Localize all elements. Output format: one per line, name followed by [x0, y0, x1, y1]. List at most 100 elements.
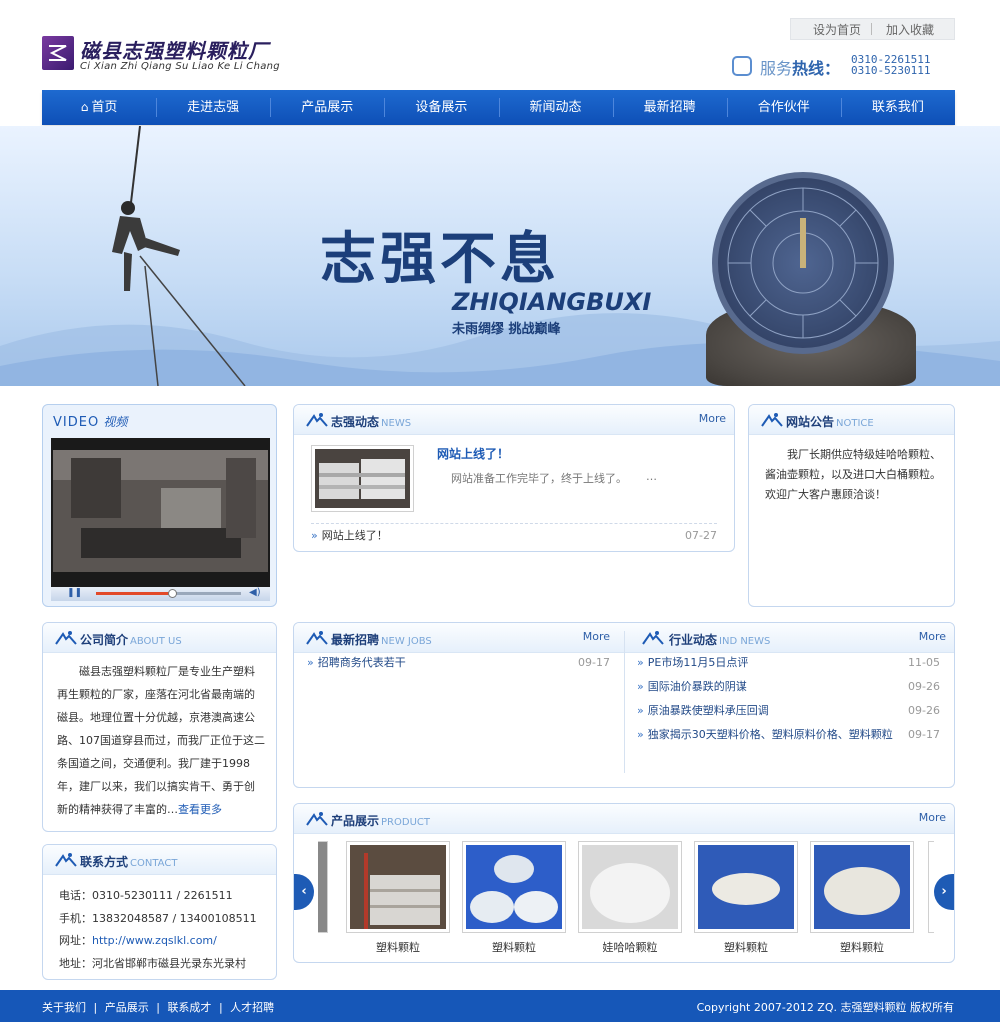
- video-seek-handle[interactable]: [168, 589, 177, 598]
- product-image-frame: [346, 841, 450, 933]
- section-icon: [306, 413, 328, 427]
- product-card-partial: [318, 841, 328, 933]
- list-item-text: 网站上线了！: [321, 529, 388, 542]
- jobs-title: 最新招聘 NEW JOBS: [331, 633, 432, 647]
- main-nav: ⌂ 首页 走进志强 产品展示 设备展示 新闻动态 最新招聘 合作伙伴 联系我们: [42, 90, 955, 125]
- industry-title: 行业动态 IND NEWS: [669, 633, 771, 647]
- product-card[interactable]: 塑料颗粒: [694, 841, 798, 955]
- nav-item-home[interactable]: ⌂ 首页: [42, 90, 156, 125]
- nav-item-partners[interactable]: 合作伙伴: [726, 90, 841, 125]
- list-item-date: 09-26: [908, 704, 940, 717]
- product-image: [814, 845, 910, 929]
- nav-item-contact[interactable]: 联系我们: [840, 90, 955, 125]
- list-item-text: 招聘商务代表若干: [317, 656, 406, 669]
- section-icon: [55, 853, 77, 867]
- video-player-screen[interactable]: [51, 438, 270, 587]
- contact-panel: 联系方式 CONTACT 电话：0310-5230111 / 2261511 手机…: [42, 844, 277, 980]
- product-image: [350, 845, 446, 929]
- nav-item-about[interactable]: 走进志强: [156, 90, 270, 125]
- contact-website: 网址：http://www.zqslkl.com/: [59, 934, 217, 947]
- pause-icon[interactable]: ❚❚: [67, 588, 82, 598]
- list-item-text: 原油暴跌使塑料承压回调: [647, 704, 769, 717]
- products-more-link[interactable]: More: [919, 811, 946, 824]
- logo-icon[interactable]: [42, 36, 74, 70]
- nav-item-products[interactable]: 产品展示: [270, 90, 384, 125]
- list-item-text: 独家揭示30天塑料价格、塑料原料价格、塑料颗粒: [647, 728, 893, 741]
- hero-banner: 志强不息 ZHIQIANGBUXI 未雨绸缪 挑战巅峰: [0, 126, 1000, 386]
- news-panel: 志强动态 NEWS More 网站上线了！ 网站准备工作完毕了，终于上线了。 … …: [293, 404, 735, 552]
- industry-more-link[interactable]: More: [919, 630, 946, 643]
- website-link[interactable]: http://www.zqslkl.com/: [92, 934, 217, 947]
- news-thumbnail[interactable]: [311, 445, 414, 512]
- banner-slogan: 志强不息: [320, 227, 560, 292]
- nav-item-jobs[interactable]: 最新招聘: [612, 90, 727, 125]
- nav-item-news[interactable]: 新闻动态: [498, 90, 613, 125]
- volume-icon[interactable]: ◀): [249, 587, 261, 598]
- product-card[interactable]: 塑料颗粒: [346, 841, 450, 955]
- carousel-prev-button[interactable]: ‹: [294, 874, 314, 910]
- footer-link-contact[interactable]: 联系成才: [167, 1001, 211, 1014]
- video-title: VIDEO 视频: [53, 415, 128, 430]
- products-panel: 产品展示 PRODUCT More ‹ › 塑料颗粒 塑料颗粒 娃哈哈颗粒 塑料颗…: [293, 803, 955, 963]
- jobs-more-link[interactable]: More: [583, 630, 610, 643]
- climber-graphic: [112, 126, 246, 386]
- footer-link-products[interactable]: 产品展示: [105, 1001, 149, 1014]
- list-item[interactable]: 独家揭示30天塑料价格、塑料原料价格、塑料颗粒 09-17: [637, 723, 940, 747]
- product-label: 塑料颗粒: [724, 941, 768, 954]
- product-image-frame: [810, 841, 914, 933]
- top-links: 设为首页 加入收藏: [790, 18, 955, 40]
- video-progress-bar[interactable]: [96, 589, 241, 598]
- jobs-list: 招聘商务代表若干 09-17: [307, 651, 610, 675]
- products-title: 产品展示 PRODUCT: [331, 814, 430, 828]
- product-card[interactable]: 塑料颗粒: [810, 841, 914, 955]
- hotline-number: 0310-5230111: [851, 64, 931, 77]
- home-icon: ⌂: [80, 100, 89, 114]
- video-controls: ❚❚ ◀): [51, 587, 270, 601]
- list-item[interactable]: 国际油价暴跌的阴谋 09-26: [637, 675, 940, 699]
- set-homepage-link[interactable]: 设为首页: [791, 21, 871, 38]
- news-summary-ellipsis: …: [646, 470, 657, 483]
- list-item-date: 07-27: [685, 529, 717, 542]
- news-headline[interactable]: 网站上线了！: [437, 445, 509, 462]
- about-more-link[interactable]: 查看更多: [178, 803, 222, 816]
- list-item[interactable]: 原油暴跌使塑料承压回调 09-26: [637, 699, 940, 723]
- product-card[interactable]: 塑料颗粒: [462, 841, 566, 955]
- nav-item-equipment[interactable]: 设备展示: [384, 90, 498, 125]
- footer-link-jobs[interactable]: 人才招聘: [230, 1001, 274, 1014]
- industry-list: PE市场11月5日点评 11-05 国际油价暴跌的阴谋 09-26 原油暴跌使塑料承…: [637, 651, 940, 747]
- footer-links: 关于我们 | 产品展示 | 联系成才 | 人才招聘: [42, 1001, 275, 1014]
- list-item[interactable]: 招聘商务代表若干 09-17: [307, 651, 610, 675]
- notice-panel: 网站公告 NOTICE 我厂长期供应特级娃哈哈颗粒、酱油壶颗粒，以及进口大白桶颗粒…: [748, 404, 955, 607]
- product-label: 塑料颗粒: [376, 941, 420, 954]
- product-card[interactable]: 娃哈哈颗粒: [578, 841, 682, 955]
- notice-title: 网站公告 NOTICE: [786, 415, 874, 429]
- contact-title: 联系方式 CONTACT: [80, 855, 178, 869]
- contact-info: 电话：0310-5230111 / 2261511 手机：13832048587…: [59, 885, 274, 975]
- product-label: 娃哈哈颗粒: [602, 941, 658, 954]
- contact-header: 联系方式 CONTACT: [43, 845, 276, 875]
- news-summary: 网站准备工作完毕了，终于上线了。: [451, 472, 627, 485]
- contact-phone: 电话：0310-5230111 / 2261511: [59, 889, 233, 902]
- carousel-next-button[interactable]: ›: [934, 874, 954, 910]
- logo-chinese-name[interactable]: 磁县志强塑料颗粒厂: [80, 35, 269, 64]
- product-image: [466, 845, 562, 929]
- list-item[interactable]: PE市场11月5日点评 11-05: [637, 651, 940, 675]
- product-label: 塑料颗粒: [492, 941, 536, 954]
- section-icon: [55, 631, 77, 645]
- product-image: [698, 845, 794, 929]
- video-progress-fill: [96, 592, 174, 595]
- news-title: 志强动态 NEWS: [331, 415, 412, 429]
- add-favorite-link[interactable]: 加入收藏: [872, 21, 944, 38]
- news-more-link[interactable]: More: [699, 412, 726, 425]
- news-header: 志强动态 NEWS More: [294, 405, 734, 435]
- list-item[interactable]: 网站上线了！ 07-27: [311, 524, 717, 548]
- product-image-frame: [694, 841, 798, 933]
- section-icon: [761, 413, 783, 427]
- list-item-date: 11-05: [908, 656, 940, 669]
- list-item-date: 09-17: [578, 656, 610, 669]
- news-list: 网站上线了！ 07-27: [311, 524, 717, 548]
- product-image: [582, 845, 678, 929]
- footer-link-about[interactable]: 关于我们: [42, 1001, 86, 1014]
- divider: [624, 631, 625, 773]
- banner-slogan-pinyin: ZHIQIANGBUXI: [452, 288, 652, 316]
